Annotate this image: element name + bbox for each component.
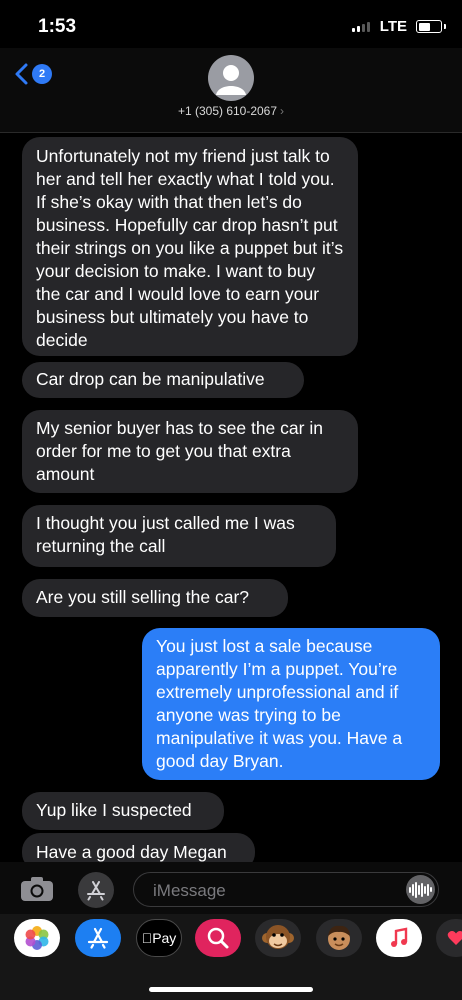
app-drawer: Pay bbox=[0, 914, 462, 1000]
heart-glyph bbox=[447, 931, 462, 945]
contact-number: +1 (305) 610-2067 bbox=[177, 104, 278, 118]
camera-button[interactable] bbox=[20, 876, 54, 907]
monkey-face-glyph bbox=[262, 925, 294, 949]
battery-icon bbox=[416, 20, 446, 33]
app-store-icon bbox=[87, 881, 105, 901]
photos-icon[interactable] bbox=[14, 919, 60, 957]
person-icon bbox=[216, 65, 246, 95]
memoji-face-glyph bbox=[328, 925, 350, 950]
chevron-right-icon: › bbox=[280, 104, 285, 118]
audio-message-button[interactable] bbox=[406, 875, 435, 904]
message-bubble[interactable]: Are you still selling the car? bbox=[22, 579, 288, 617]
imessage-field[interactable] bbox=[133, 872, 439, 907]
apple-pay-icon[interactable]: Pay bbox=[136, 919, 182, 957]
apple-logo-icon:  bbox=[142, 930, 153, 946]
message-bubble[interactable]: Car drop can be manipulative bbox=[22, 362, 304, 398]
camera-icon bbox=[21, 877, 53, 901]
message-composer bbox=[0, 862, 462, 914]
message-text: Have a good day Megan bbox=[36, 842, 227, 862]
monkey-memoji-icon[interactable] bbox=[255, 919, 301, 957]
app-store-icon[interactable] bbox=[75, 919, 121, 957]
message-bubble[interactable]: My senior buyer has to see the car in or… bbox=[22, 410, 358, 493]
photos-flower bbox=[25, 926, 49, 950]
home-indicator bbox=[149, 987, 313, 992]
message-bubble[interactable]: Yup like I suspected bbox=[22, 792, 224, 830]
message-text: Unfortunately not my friend just talk to… bbox=[36, 146, 344, 350]
message-bubble-sent[interactable]: You just lost a sale because apparently … bbox=[142, 628, 440, 780]
unread-badge: 2 bbox=[32, 64, 52, 84]
message-text: I thought you just called me I was retur… bbox=[36, 513, 295, 556]
back-button[interactable]: 2 bbox=[14, 62, 52, 86]
message-text: Are you still selling the car? bbox=[36, 587, 250, 607]
message-text: You just lost a sale because apparently … bbox=[156, 636, 403, 771]
memoji-icon[interactable] bbox=[316, 919, 362, 957]
signal-icon bbox=[352, 22, 370, 32]
network-type: LTE bbox=[379, 18, 407, 35]
status-time: 1:53 bbox=[38, 16, 77, 37]
message-input[interactable] bbox=[151, 880, 395, 902]
music-note-glyph bbox=[391, 927, 408, 947]
chevron-left-icon bbox=[15, 63, 28, 85]
digital-touch-icon[interactable] bbox=[436, 919, 462, 957]
avatar[interactable] bbox=[208, 55, 254, 101]
app-store-button[interactable] bbox=[78, 872, 114, 908]
apple-pay-label: Pay bbox=[146, 930, 176, 946]
conversation-header: 2 +1 (305) 610-2067 › bbox=[0, 48, 462, 133]
message-text: Yup like I suspected bbox=[36, 800, 192, 820]
message-bubble[interactable]: Unfortunately not my friend just talk to… bbox=[22, 137, 358, 356]
music-icon[interactable] bbox=[376, 919, 422, 957]
image-search-icon[interactable] bbox=[195, 919, 241, 957]
contact-name[interactable]: +1 (305) 610-2067 › bbox=[0, 104, 462, 118]
message-text: Car drop can be manipulative bbox=[36, 369, 265, 389]
app-store-glyph bbox=[87, 927, 109, 949]
message-text: My senior buyer has to see the car in or… bbox=[36, 418, 323, 484]
message-bubble[interactable]: I thought you just called me I was retur… bbox=[22, 505, 336, 567]
magnifier-glyph bbox=[207, 927, 229, 949]
